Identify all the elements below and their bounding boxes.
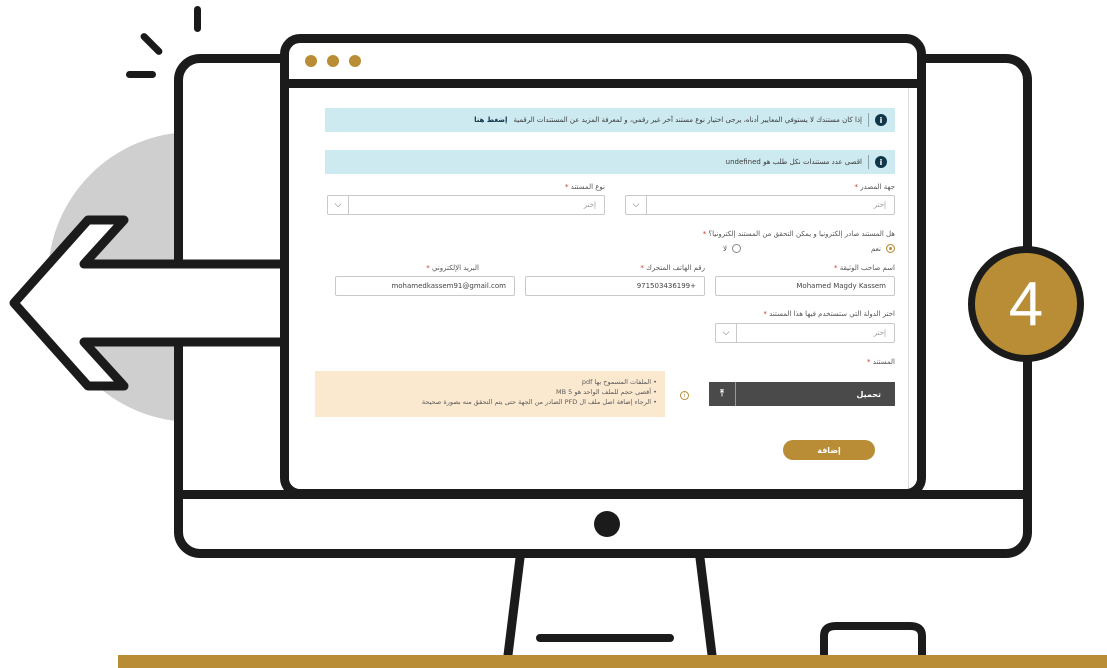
email-label: البريد الإلكتروني * (426, 264, 479, 272)
monitor-stand (503, 553, 717, 660)
country-select[interactable]: إختر ⌵ (715, 323, 895, 343)
mobile-label: رقم الهاتف المتحرك * (640, 264, 705, 272)
upload-button[interactable]: تحميل ⤒ (709, 382, 895, 406)
chevron-down-icon: ⌵ (328, 196, 349, 214)
upload-notice: • الملفات المسموح بها pdf • أقصى حجم للم… (315, 371, 665, 417)
country-label: اختر الدولة التي ستستخدم فيها هذا المستن… (763, 310, 895, 318)
doc-type-select[interactable]: إختر ⌵ (327, 195, 605, 215)
spark-line-horizontal (126, 71, 156, 78)
chevron-down-icon: ⌵ (626, 196, 647, 214)
hint-icon: i (680, 391, 689, 400)
form-page: i إذا كان مستندك لا يستوفي المعايير أدنا… (289, 88, 917, 489)
radio-no[interactable]: لا (723, 244, 741, 253)
owner-name-label: اسم صاحب الوثيقة * (834, 264, 895, 272)
alert-document-quality: i إذا كان مستندك لا يستوفي المعايير أدنا… (325, 108, 895, 132)
owner-name-field[interactable]: Mohamed Magdy Kassem (715, 276, 895, 296)
radio-yes-label: نعم (871, 244, 881, 253)
radio-yes-button[interactable] (886, 244, 895, 253)
alert-document-limit: i اقصى عدد مستندات نكل طلب هو undefined (325, 150, 895, 174)
radio-no-label: لا (723, 244, 727, 253)
floor-line (118, 655, 1107, 668)
window-dot (327, 55, 339, 67)
add-button[interactable]: إضافة (783, 440, 875, 460)
radio-yes[interactable]: نعم (871, 244, 895, 253)
add-button-label: إضافة (817, 445, 841, 455)
scrollbar-edge[interactable] (908, 88, 909, 489)
step-number: 4 (1008, 269, 1044, 339)
alert-quality-link[interactable]: إضغط هنا (474, 116, 507, 124)
issuer-label: جهة المصدر * (854, 183, 895, 191)
notice-line: • أقصى حجم للملف الواحد هو 5 MB (556, 388, 657, 396)
browser-toolbar (289, 43, 917, 88)
radio-no-button[interactable] (732, 244, 741, 253)
mobile-field[interactable]: 971503436199+ (525, 276, 705, 296)
monitor-power-dot (594, 511, 620, 537)
alert-quality-text: إذا كان مستندك لا يستوفي المعايير أدناه،… (513, 116, 862, 124)
notice-line: • الملفات المسموح بها pdf (581, 378, 657, 386)
upload-label: تحميل (856, 389, 881, 399)
notice-line: • الرجاء إضافة اصل ملف ال PFD الصادر من … (421, 398, 657, 406)
step-number-badge: 4 (968, 246, 1084, 362)
info-icon: i (875, 156, 887, 168)
document-label: المستند * (866, 358, 895, 366)
email-field[interactable]: mohamedkassem91@gmail.com (335, 276, 515, 296)
chevron-down-icon: ⌵ (716, 324, 737, 342)
back-arrow-icon[interactable] (6, 214, 296, 394)
alert-limit-text: اقصى عدد مستندات نكل طلب هو undefined (725, 158, 862, 166)
issuer-select[interactable]: إختر ⌵ (625, 195, 895, 215)
alert-divider (868, 113, 869, 127)
spark-line-vertical (194, 6, 201, 32)
window-dot (305, 55, 317, 67)
window-dot (349, 55, 361, 67)
spark-line-diagonal (139, 31, 164, 57)
upload-icon: ⤒ (709, 382, 736, 406)
doc-type-label: نوع المستند * (565, 183, 605, 191)
electronic-question-label: هل المستند صادر إلكترونيا و يمكن التحقق … (702, 230, 895, 238)
browser-window: i إذا كان مستندك لا يستوفي المعايير أدنا… (280, 34, 926, 498)
alert-divider (868, 155, 869, 169)
info-icon: i (875, 114, 887, 126)
